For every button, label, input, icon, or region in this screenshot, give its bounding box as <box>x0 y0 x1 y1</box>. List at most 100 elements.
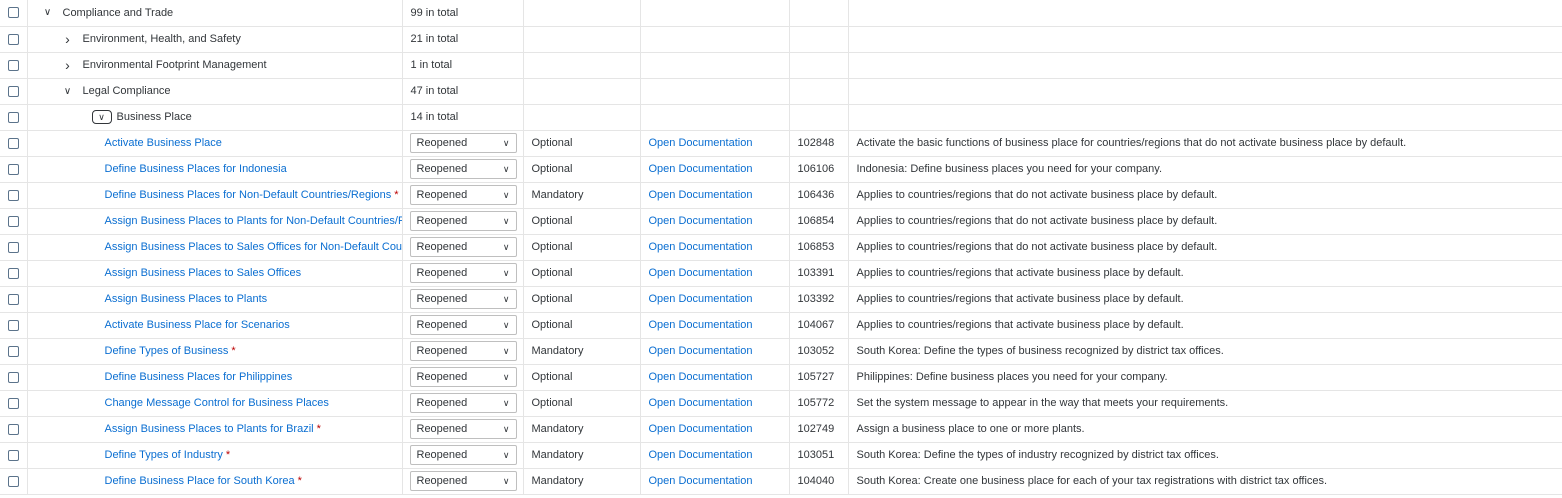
open-documentation-link[interactable]: Open Documentation <box>649 267 753 279</box>
table-row[interactable]: Define Types of Industry * Reopened ∨ Mandat… <box>0 442 1562 469</box>
activity-link[interactable]: Assign Business Places to Plants for Bra… <box>105 423 314 435</box>
status-select[interactable]: Reopened ∨ <box>409 159 517 179</box>
chevron-down-icon[interactable]: ∨ <box>91 110 112 124</box>
activity-link[interactable]: Define Business Places for Philippines <box>105 371 293 383</box>
activity-link[interactable]: Define Business Place for South Korea <box>105 475 295 487</box>
row-checkbox[interactable] <box>7 85 19 97</box>
status-select[interactable]: Reopened ∨ <box>409 471 517 491</box>
dropdown-caret-icon[interactable]: ∨ <box>503 450 510 461</box>
activity-link[interactable]: Change Message Control for Business Plac… <box>105 397 329 409</box>
activity-link[interactable]: Activate Business Place <box>105 137 222 149</box>
chevron-down-icon[interactable]: ∨ <box>61 86 75 97</box>
table-row[interactable]: Assign Business Places to Plants for Non… <box>0 208 1562 235</box>
status-select[interactable]: Reopened ∨ <box>409 341 517 361</box>
dropdown-caret-icon[interactable]: ∨ <box>503 216 510 227</box>
dropdown-caret-icon[interactable]: ∨ <box>503 164 510 175</box>
chevron-right-icon[interactable]: › <box>61 57 75 73</box>
activity-link[interactable]: Assign Business Places to Sales Offices <box>105 267 302 279</box>
table-row[interactable]: Define Business Places for Philippines Re… <box>0 364 1562 391</box>
dropdown-caret-icon[interactable]: ∨ <box>503 190 510 201</box>
table-row[interactable]: Define Business Place for South Korea * Re… <box>0 468 1562 495</box>
row-checkbox[interactable] <box>7 449 19 461</box>
open-documentation-link[interactable]: Open Documentation <box>649 345 753 357</box>
table-row[interactable]: Assign Business Places to Sales Offices R… <box>0 260 1562 287</box>
open-documentation-link[interactable]: Open Documentation <box>649 319 753 331</box>
activity-link[interactable]: Activate Business Place for Scenarios <box>105 319 290 331</box>
row-checkbox[interactable] <box>7 371 19 383</box>
row-checkbox[interactable] <box>7 59 19 71</box>
row-checkbox[interactable] <box>7 423 19 435</box>
activity-link[interactable]: Assign Business Places to Plants <box>105 293 268 305</box>
chevron-down-icon[interactable]: ∨ <box>41 7 55 18</box>
status-select[interactable]: Reopened ∨ <box>409 419 517 439</box>
row-checkbox[interactable] <box>7 189 19 201</box>
status-select[interactable]: Reopened ∨ <box>409 263 517 283</box>
open-documentation-link[interactable]: Open Documentation <box>649 423 753 435</box>
status-select[interactable]: Reopened ∨ <box>409 315 517 335</box>
activity-link[interactable]: Define Business Places for Non-Default C… <box>105 189 392 201</box>
open-documentation-link[interactable]: Open Documentation <box>649 293 753 305</box>
status-select[interactable]: Reopened ∨ <box>409 133 517 153</box>
open-documentation-link[interactable]: Open Documentation <box>649 371 753 383</box>
row-checkbox[interactable] <box>7 397 19 409</box>
group-row[interactable]: ∨ Compliance and Trade 99 in total <box>0 0 1562 27</box>
row-checkbox[interactable] <box>7 293 19 305</box>
table-row[interactable]: Assign Business Places to Sales Offices … <box>0 234 1562 261</box>
row-checkbox[interactable] <box>7 267 19 279</box>
open-documentation-link[interactable]: Open Documentation <box>649 241 753 253</box>
open-documentation-link[interactable]: Open Documentation <box>649 397 753 409</box>
row-checkbox[interactable] <box>7 241 19 253</box>
open-documentation-link[interactable]: Open Documentation <box>649 215 753 227</box>
row-checkbox[interactable] <box>7 345 19 357</box>
row-checkbox[interactable] <box>7 215 19 227</box>
dropdown-caret-icon[interactable]: ∨ <box>503 294 510 305</box>
table-row[interactable]: Define Business Places for Non-Default C… <box>0 182 1562 209</box>
row-checkbox[interactable] <box>7 319 19 331</box>
open-documentation-link[interactable]: Open Documentation <box>649 449 753 461</box>
dropdown-caret-icon[interactable]: ∨ <box>503 476 510 487</box>
row-checkbox[interactable] <box>7 111 19 123</box>
row-checkbox[interactable] <box>7 475 19 487</box>
status-select[interactable]: Reopened ∨ <box>409 185 517 205</box>
activity-link[interactable]: Assign Business Places to Plants for Non… <box>105 215 403 227</box>
dropdown-caret-icon[interactable]: ∨ <box>503 138 510 149</box>
status-select[interactable]: Reopened ∨ <box>409 367 517 387</box>
open-documentation-link[interactable]: Open Documentation <box>649 163 753 175</box>
empty-cell <box>522 78 640 105</box>
dropdown-caret-icon[interactable]: ∨ <box>503 268 510 279</box>
open-documentation-link[interactable]: Open Documentation <box>649 189 753 201</box>
table-row[interactable]: Define Business Places for Indonesia Reop… <box>0 156 1562 183</box>
row-checkbox[interactable] <box>7 7 19 19</box>
dropdown-caret-icon[interactable]: ∨ <box>503 320 510 331</box>
activity-link[interactable]: Assign Business Places to Sales Offices … <box>105 241 403 253</box>
activity-link[interactable]: Define Business Places for Indonesia <box>105 163 287 175</box>
row-checkbox[interactable] <box>7 163 19 175</box>
open-documentation-link[interactable]: Open Documentation <box>649 137 753 149</box>
dropdown-caret-icon[interactable]: ∨ <box>503 424 510 435</box>
group-row[interactable]: › Environmental Footprint Management 1 in … <box>0 52 1562 79</box>
table-row[interactable]: Activate Business Place for Scenarios Reo… <box>0 312 1562 339</box>
dropdown-caret-icon[interactable]: ∨ <box>503 242 510 253</box>
status-select[interactable]: Reopened ∨ <box>409 445 517 465</box>
table-row[interactable]: Assign Business Places to Plants for Bra… <box>0 416 1562 443</box>
chevron-right-icon[interactable]: › <box>61 31 75 47</box>
group-row[interactable]: ∨ Legal Compliance 47 in total <box>0 78 1562 105</box>
activity-link[interactable]: Define Types of Industry <box>105 449 223 461</box>
table-row[interactable]: Assign Business Places to Plants Reopened… <box>0 286 1562 313</box>
dropdown-caret-icon[interactable]: ∨ <box>503 372 510 383</box>
status-select[interactable]: Reopened ∨ <box>409 289 517 309</box>
activity-link[interactable]: Define Types of Business <box>105 345 229 357</box>
group-row[interactable]: ∨ Business Place 14 in total <box>0 104 1562 131</box>
table-row[interactable]: Activate Business Place Reopened ∨ Optional… <box>0 130 1562 157</box>
status-select[interactable]: Reopened ∨ <box>409 393 517 413</box>
group-row[interactable]: › Environment, Health, and Safety 21 in to… <box>0 26 1562 53</box>
table-row[interactable]: Change Message Control for Business Plac… <box>0 390 1562 417</box>
row-checkbox[interactable] <box>7 137 19 149</box>
open-documentation-link[interactable]: Open Documentation <box>649 475 753 487</box>
dropdown-caret-icon[interactable]: ∨ <box>503 346 510 357</box>
status-select[interactable]: Reopened ∨ <box>409 211 517 231</box>
dropdown-caret-icon[interactable]: ∨ <box>503 398 510 409</box>
row-checkbox[interactable] <box>7 33 19 45</box>
status-select[interactable]: Reopened ∨ <box>409 237 517 257</box>
table-row[interactable]: Define Types of Business * Reopened ∨ Mandat… <box>0 338 1562 365</box>
